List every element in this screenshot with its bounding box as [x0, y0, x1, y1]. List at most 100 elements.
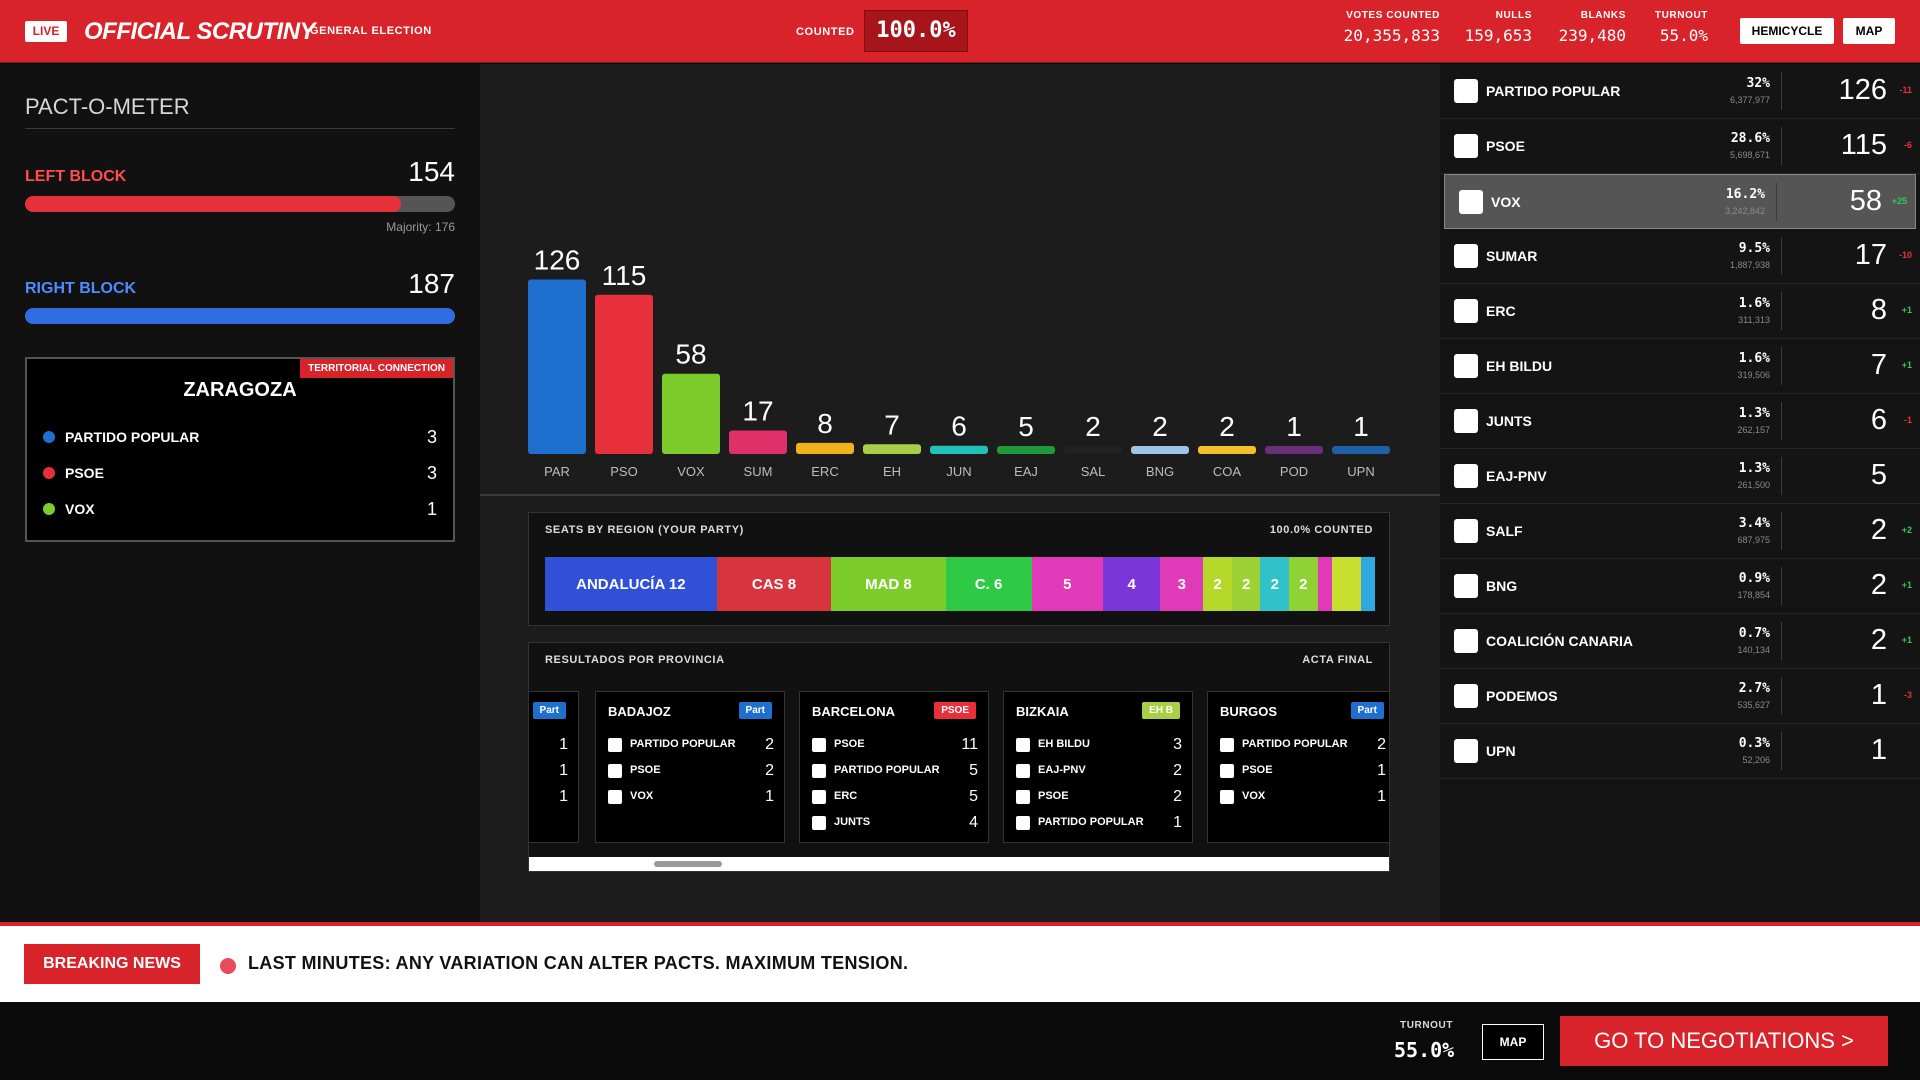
divider	[1781, 127, 1782, 165]
party-row[interactable]: UPN 0.3% 52,206 1	[1440, 724, 1920, 779]
province-card-burgos[interactable]: BURGOS Part PARTIDO POPULAR 2 PSOE 1 VOX 1	[1207, 691, 1389, 843]
left-block-seats: 154	[408, 156, 455, 187]
divider	[1781, 402, 1782, 440]
province-winner-tag: PSOE	[934, 702, 976, 719]
bar-value-label: 126	[534, 245, 581, 276]
region-segment[interactable]: C. 6	[945, 557, 1032, 611]
vote-count: 52,206	[1742, 755, 1770, 765]
province-card-badajoz[interactable]: BADAJOZ Part PARTIDO POPULAR 2 PSOE 2 VOX 1	[595, 691, 785, 843]
bar-bng[interactable]	[1131, 446, 1189, 454]
scrollbar-thumb[interactable]	[654, 861, 722, 867]
party-name: COALICIÓN CANARIA	[1486, 633, 1633, 649]
vote-percent: 28.6%	[1730, 131, 1770, 146]
bar-upn[interactable]	[1332, 446, 1390, 454]
province-row: PARTIDO POPULAR 1	[1016, 814, 1182, 832]
region-segment[interactable]: 2	[1289, 557, 1318, 611]
party-dot-icon	[43, 431, 55, 443]
bar-pod[interactable]	[1265, 446, 1323, 454]
seats-by-region-panel: SEATS BY REGION (YOUR PARTY) 100.0% COUN…	[528, 512, 1390, 626]
map-button[interactable]: MAP	[1843, 18, 1895, 44]
party-name: VOX	[1491, 194, 1521, 210]
live-badge: LIVE	[25, 21, 67, 42]
right-block-label: RIGHT BLOCK	[25, 280, 137, 297]
seat-count: 5	[969, 788, 978, 805]
seat-change: -3	[1903, 690, 1912, 700]
vote-percent: 1.3%	[1738, 461, 1770, 476]
seat-count: 1	[1377, 762, 1386, 779]
bar-pso[interactable]	[595, 294, 653, 454]
party-row[interactable]: PSOE 28.6% 5,698,671 115 -6	[1440, 119, 1920, 174]
left-block-label: LEFT BLOCK	[25, 168, 127, 185]
party-row[interactable]: PARTIDO POPULAR 32% 6,377,977 126 -11	[1440, 64, 1920, 119]
region-segment[interactable]	[1317, 557, 1332, 611]
region-segment[interactable]	[1360, 557, 1375, 611]
divider	[1781, 72, 1782, 110]
party-name: SALF	[1486, 523, 1523, 539]
bar-jun[interactable]	[930, 445, 988, 454]
party-name: PARTIDO POPULAR	[1486, 83, 1621, 99]
party-row[interactable]: JUNTS 1.3% 262,157 6 -1	[1440, 394, 1920, 449]
stat-nulls: NULLS 159,653	[1465, 10, 1532, 45]
seat-count: 5	[1870, 459, 1887, 491]
bar-coa[interactable]	[1198, 446, 1256, 454]
go-to-negotiations-button[interactable]: GO TO NEGOTIATIONS >	[1560, 1016, 1888, 1066]
hemicycle-button[interactable]: HEMICYCLE	[1740, 18, 1834, 44]
bar-category-label: UPN	[1347, 464, 1374, 479]
region-segment[interactable]: 2	[1231, 557, 1261, 611]
province-row: PARTIDO POPULAR 5	[812, 762, 978, 780]
seat-count: 5	[969, 762, 978, 779]
region-segment[interactable]: CAS 8	[716, 557, 832, 611]
bar-value-label: 2	[1219, 411, 1235, 442]
region-segment[interactable]: MAD 8	[831, 557, 946, 611]
province-row: PARTIDO POPULAR 2	[1220, 736, 1386, 754]
region-segment[interactable]	[1331, 557, 1361, 611]
bar-category-label: COA	[1213, 464, 1242, 479]
province-row: JUNTS 4	[812, 814, 978, 832]
vote-percent: 1.3%	[1738, 406, 1770, 421]
seat-count: 1	[559, 736, 568, 753]
bar-value-label: 1	[1286, 411, 1302, 442]
province-carousel[interactable]: Part 1 1 1 BADAJOZ Part PARTIDO POPULAR 2…	[529, 685, 1389, 843]
region-segment[interactable]: ANDALUCÍA 12	[545, 557, 717, 611]
stat-value: 20,355,833	[1343, 26, 1440, 45]
footer-map-button[interactable]: MAP	[1482, 1024, 1544, 1060]
party-row[interactable]: BNG 0.9% 178,854 2 +1	[1440, 559, 1920, 614]
party-row[interactable]: EH BILDU 1.6% 319,506 7 +1	[1440, 339, 1920, 394]
vote-percent: 0.7%	[1738, 626, 1770, 641]
bar-eaj[interactable]	[997, 446, 1055, 454]
vote-percent: 9.5%	[1738, 241, 1770, 256]
seat-count: 17	[1854, 239, 1887, 271]
party-row[interactable]: SUMAR 9.5% 1,887,938 17 -10	[1440, 229, 1920, 284]
party-name: PODEMOS	[1486, 688, 1558, 704]
bar-eh[interactable]	[863, 444, 921, 454]
party-row[interactable]: ERC 1.6% 311,313 8 +1	[1440, 284, 1920, 339]
province-card-partial[interactable]: Part 1 1 1	[529, 691, 579, 843]
bar-sum[interactable]	[729, 430, 787, 454]
bar-category-label: EH	[883, 464, 901, 479]
bar-sal[interactable]	[1064, 446, 1122, 454]
party-name: EH BILDU	[1486, 358, 1553, 374]
horizontal-scrollbar[interactable]	[529, 857, 1389, 871]
region-segment[interactable]: 2	[1203, 557, 1232, 611]
party-row[interactable]: SALF 3.4% 687,975 2 +2	[1440, 504, 1920, 559]
party-dot-icon	[43, 503, 55, 515]
region-segment[interactable]: 4	[1103, 557, 1161, 611]
region-segment[interactable]: 3	[1160, 557, 1204, 611]
province-card-bizkaia[interactable]: BIZKAIA EH B EH BILDU 3 EAJ-PNV 2 PSOE 2 PA…	[1003, 691, 1193, 843]
bar-erc[interactable]	[796, 442, 854, 454]
party-row[interactable]: EAJ-PNV 1.3% 261,500 5	[1440, 449, 1920, 504]
vote-percent: 1.6%	[1738, 351, 1770, 366]
bar-par[interactable]	[528, 279, 586, 454]
seat-count: 7	[1870, 349, 1887, 381]
party-row[interactable]: COALICIÓN CANARIA 0.7% 140,134 2 +1	[1440, 614, 1920, 669]
party-row[interactable]: PODEMOS 2.7% 535,627 1 -3	[1440, 669, 1920, 724]
region-segment[interactable]: 2	[1260, 557, 1290, 611]
party-name: JUNTS	[834, 816, 871, 828]
bar-value-label: 6	[951, 411, 967, 442]
region-segment[interactable]: 5	[1031, 557, 1104, 611]
province-card-barcelona[interactable]: BARCELONA PSOE PSOE 11 PARTIDO POPULAR 5 E…	[799, 691, 989, 843]
stat-label: TURNOUT	[1654, 10, 1708, 21]
bar-vox[interactable]	[662, 373, 720, 454]
party-row[interactable]: VOX 16.2% 3,242,842 58 +25	[1444, 174, 1916, 229]
party-results-list: PARTIDO POPULAR 32% 6,377,977 126 -11 PSOE 28.…	[1440, 64, 1920, 922]
